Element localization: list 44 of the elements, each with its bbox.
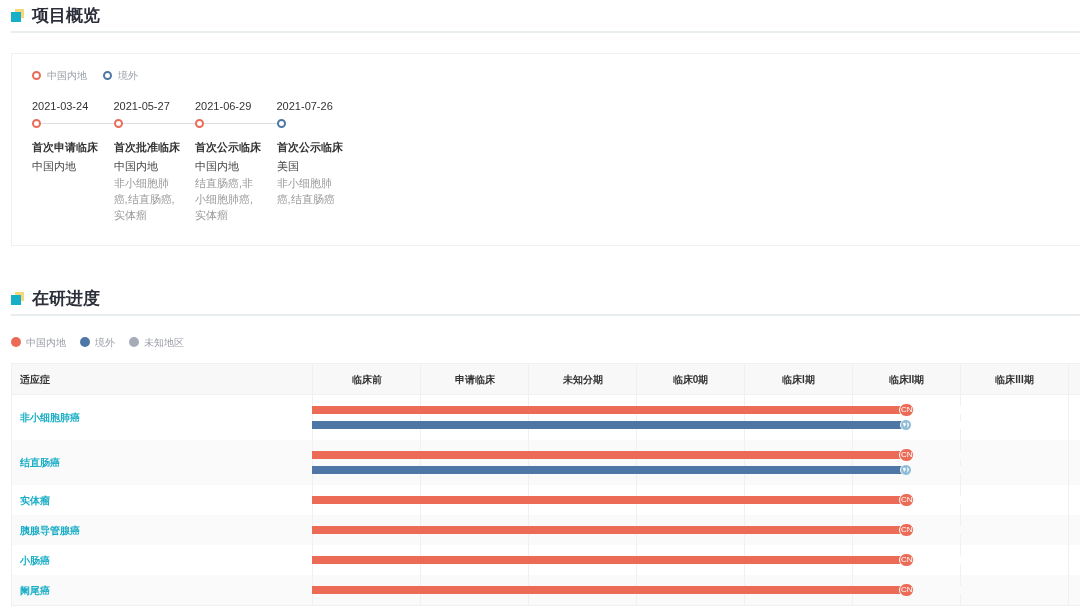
indication-link[interactable]: 结直肠癌 <box>20 455 60 470</box>
column-header: 适应症 <box>20 372 50 387</box>
region-badge: CN <box>899 448 915 462</box>
legend-label: 境外 <box>95 335 115 350</box>
column-header: 临床0期 <box>672 372 709 387</box>
event-detail: 非小细胞肺癌,结直肠癌,实体瘤 <box>113 176 176 223</box>
legend-label: 境外 <box>118 69 138 83</box>
section-icon <box>11 292 24 305</box>
section-title: 项目概览 <box>32 4 100 27</box>
event-title: 首次批准临床 <box>113 140 181 154</box>
event-region: 美国 <box>276 159 300 173</box>
indication-link[interactable]: 小肠癌 <box>20 552 50 568</box>
legend-label: 中国内地 <box>26 335 66 350</box>
event-date: 2021-03-24 <box>32 99 90 113</box>
event-title: 首次申请临床 <box>32 140 99 154</box>
section-icon <box>11 9 24 22</box>
event-date: 2021-05-27 <box>113 99 171 113</box>
event-region: 中国内地 <box>195 159 240 173</box>
section-title: 在研进度 <box>32 287 100 310</box>
event-region: 中国内地 <box>113 159 159 173</box>
event-date: 2021-06-29 <box>195 99 253 113</box>
column-header: 临床III期 <box>995 372 1034 387</box>
region-badge: CN <box>899 583 915 597</box>
legend-label: 中国内地 <box>47 69 87 83</box>
region-badge: CN <box>899 553 915 567</box>
indication-link[interactable]: 胰腺导管腺癌 <box>20 522 80 538</box>
event-detail: 非小细胞肺癌,结直肠癌 <box>276 176 336 207</box>
column-header: 临床II期 <box>888 372 925 387</box>
column-header: 申请临床 <box>454 372 495 387</box>
indication-link[interactable]: 非小细胞肺癌 <box>20 410 80 425</box>
column-header: 临床I期 <box>782 372 815 387</box>
event-date: 2021-07-26 <box>276 99 334 113</box>
indication-link[interactable]: 阑尾癌 <box>20 582 50 598</box>
column-header: 未知分期 <box>562 372 603 387</box>
event-region: 中国内地 <box>32 159 77 173</box>
region-badge: CN <box>899 523 915 537</box>
event-title: 首次公示临床 <box>276 140 344 154</box>
indication-link[interactable]: 实体瘤 <box>20 492 50 508</box>
event-detail: 结直肠癌,非小细胞肺癌,实体瘤 <box>195 176 255 223</box>
region-badge: CN <box>899 493 915 507</box>
region-badge: CN <box>899 403 915 417</box>
legend-label: 未知地区 <box>144 335 184 350</box>
column-header: 临床前 <box>351 372 382 387</box>
event-title: 首次公示临床 <box>195 140 262 154</box>
